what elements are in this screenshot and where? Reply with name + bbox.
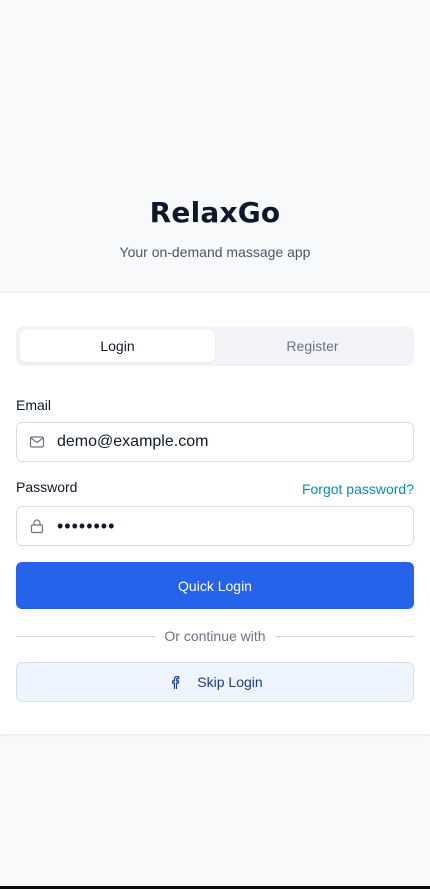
tab-login[interactable]: Login — [20, 330, 215, 362]
password-value: •••••••• — [57, 516, 116, 536]
app-tagline: Your on-demand massage app — [119, 244, 311, 260]
hero-header: RelaxGo Your on-demand massage app — [0, 0, 430, 292]
email-value: demo@example.com — [57, 433, 209, 450]
email-field[interactable]: demo@example.com — [16, 422, 414, 462]
lock-icon — [30, 519, 44, 534]
skip-login-label: Skip Login — [197, 674, 263, 690]
facebook-icon — [172, 676, 180, 689]
quick-login-button[interactable]: Quick Login — [16, 562, 414, 609]
login-card: Login Register Email demo@example.com Pa… — [0, 292, 430, 734]
divider-line-right — [275, 636, 414, 637]
password-field[interactable]: •••••••• — [16, 506, 414, 546]
tab-register[interactable]: Register — [215, 330, 410, 362]
password-label: Password — [16, 479, 78, 495]
divider: Or continue with — [16, 628, 414, 644]
email-label: Email — [16, 397, 52, 413]
forgot-password-link[interactable]: Forgot password? — [302, 481, 414, 497]
auth-tabs: Login Register — [16, 326, 414, 366]
mail-icon — [29, 436, 45, 448]
skip-login-button[interactable]: Skip Login — [16, 662, 414, 702]
app-title: RelaxGo — [149, 196, 281, 229]
